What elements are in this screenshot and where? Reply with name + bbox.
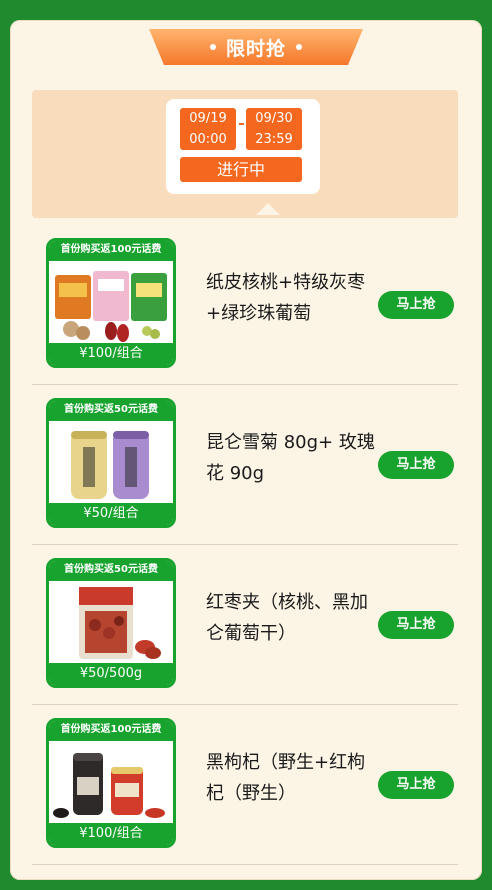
price-label: ¥100/组合 xyxy=(49,823,173,845)
goji-jars-image xyxy=(53,753,165,818)
divider xyxy=(32,864,458,865)
flash-sale-banner: 限时抢 xyxy=(149,29,363,65)
promo-tag: 首份购买返50元话费 xyxy=(49,561,173,581)
flash-sale-panel: 限时抢 09/19 00:00 09/30 23:59 进行中 首份购买返100… xyxy=(10,20,482,880)
product-title[interactable]: 黑枸杞（野生+红枸杞（野生） xyxy=(206,747,378,809)
product-card[interactable]: 首份购买返50元话费 ¥50/500g xyxy=(46,558,176,688)
banner-dot-right xyxy=(296,44,302,50)
banner-dot-left xyxy=(209,44,216,50)
snack-bags-image xyxy=(55,271,167,342)
buy-now-button[interactable]: 马上抢 xyxy=(378,291,454,319)
list-item[interactable]: 首份购买返100元话费 ¥100/组合 黑枸杞（野生+红枸杞（野生） 马上抢 xyxy=(32,705,458,865)
end-time-box: 09/30 23:59 xyxy=(246,108,302,150)
promo-tag: 首份购买返100元话费 xyxy=(49,721,173,741)
start-time-box: 09/19 00:00 xyxy=(180,108,236,150)
list-item[interactable]: 首份购买返50元话费 ¥50/500g 红枣夹（核桃、黑加仑葡萄干） 马上抢 xyxy=(32,545,458,705)
end-date: 09/30 xyxy=(255,111,293,126)
product-title[interactable]: 昆仑雪菊 80g+ 玫瑰花 90g xyxy=(206,427,378,489)
tea-jars-image xyxy=(71,431,149,499)
time-separator xyxy=(239,123,244,125)
product-card[interactable]: 首份购买返100元话费 ¥100/组合 xyxy=(46,718,176,848)
status-badge: 进行中 xyxy=(180,157,302,182)
selection-notch xyxy=(256,203,280,215)
banner-title: 限时抢 xyxy=(225,37,286,60)
time-card: 09/19 00:00 09/30 23:59 进行中 xyxy=(166,99,320,194)
start-clock: 00:00 xyxy=(189,132,227,147)
buy-now-button[interactable]: 马上抢 xyxy=(378,771,454,799)
product-title[interactable]: 纸皮核桃+特级灰枣+绿珍珠葡萄 xyxy=(206,267,378,329)
sale-time-area: 09/19 00:00 09/30 23:59 进行中 xyxy=(32,90,458,218)
promo-tag: 首份购买返100元话费 xyxy=(49,241,173,261)
price-label: ¥50/500g xyxy=(49,663,173,685)
product-card[interactable]: 首份购买返50元话费 ¥50/组合 xyxy=(46,398,176,528)
list-item[interactable]: 首份购买返100元话费 ¥100/组合 纸皮核桃+特级灰枣+绿珍珠葡萄 马上抢 xyxy=(32,225,458,385)
price-label: ¥50/组合 xyxy=(49,503,173,525)
list-item[interactable]: 首份购买返50元话费 ¥50/组合 昆仑雪菊 80g+ 玫瑰花 90g 马上抢 xyxy=(32,385,458,545)
promo-tag: 首份购买返50元话费 xyxy=(49,401,173,421)
product-title[interactable]: 红枣夹（核桃、黑加仑葡萄干） xyxy=(206,587,378,649)
buy-now-button[interactable]: 马上抢 xyxy=(378,611,454,639)
jujube-bag-image xyxy=(79,587,161,659)
end-clock: 23:59 xyxy=(255,132,293,147)
price-label: ¥100/组合 xyxy=(49,343,173,365)
buy-now-button[interactable]: 马上抢 xyxy=(378,451,454,479)
start-date: 09/19 xyxy=(189,111,227,126)
product-card[interactable]: 首份购买返100元话费 ¥100/组合 xyxy=(46,238,176,368)
